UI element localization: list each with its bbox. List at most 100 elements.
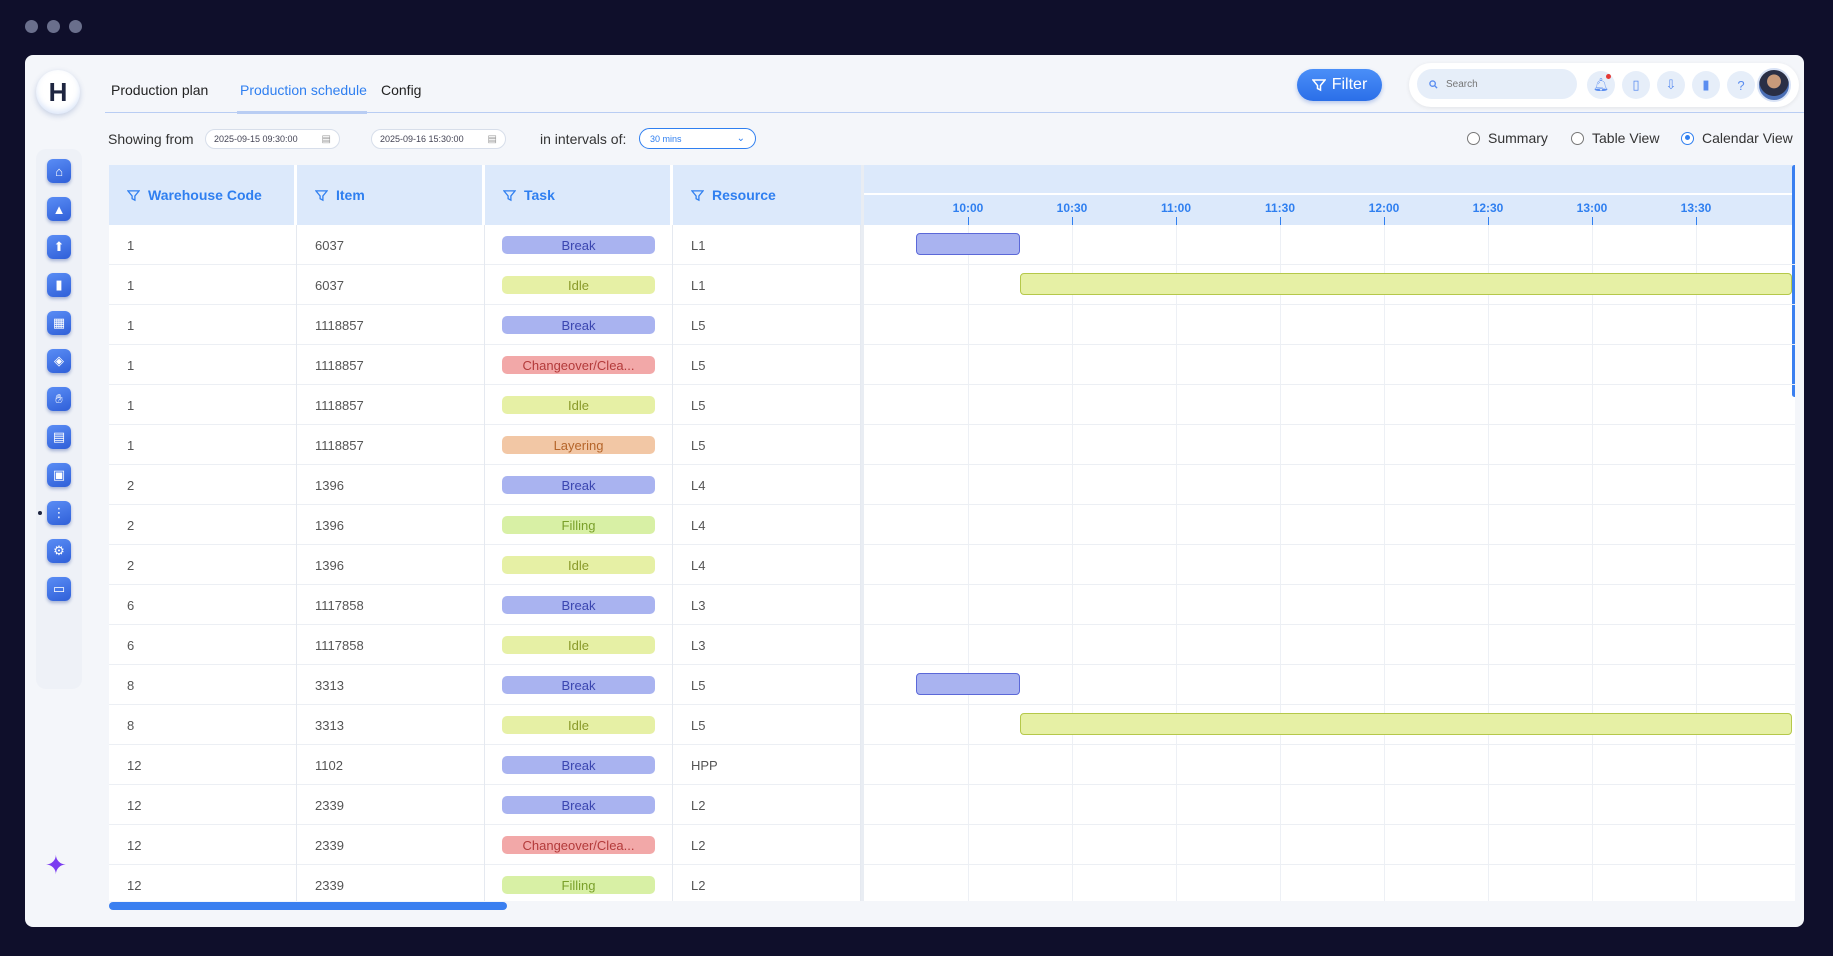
interval-select[interactable]: 30 mins ⌄ (639, 128, 756, 149)
cell-task: Filling (485, 505, 673, 545)
cell-item: 1118857 (297, 305, 485, 345)
radio-summary[interactable] (1467, 131, 1480, 145)
help-button[interactable]: ? (1727, 71, 1755, 99)
filter-icon[interactable] (691, 189, 704, 202)
factory-nav-button[interactable]: ▦ (47, 311, 71, 335)
table-row[interactable]: 1 1118857 Break L5 (109, 305, 861, 345)
tag-icon: ◈ (54, 353, 64, 368)
row-divider (864, 384, 1795, 385)
hierarchy-nav-button[interactable]: ⋮ (47, 501, 71, 525)
download-button[interactable]: ⇩ (1657, 71, 1685, 99)
task-pill: Break (502, 596, 655, 614)
box-up-nav-button[interactable]: ⬆ (47, 235, 71, 259)
table-row[interactable]: 2 1396 Filling L4 (109, 505, 861, 545)
table-row[interactable]: 1 1118857 Changeover/Clea... L5 (109, 345, 861, 385)
download-icon: ⇩ (1665, 77, 1677, 92)
filter-button[interactable]: Filter (1297, 69, 1382, 101)
message-nav-button[interactable]: ▣ (47, 463, 71, 487)
table-row[interactable]: 1 6037 Idle L1 (109, 265, 861, 305)
bookmark-button[interactable]: ▯ (1622, 71, 1650, 99)
table-row[interactable]: 1 1118857 Layering L5 (109, 425, 861, 465)
cell-resource: L4 (673, 505, 861, 545)
filter-icon[interactable] (127, 189, 140, 202)
view-table[interactable]: Table View (1571, 130, 1659, 146)
table-row[interactable]: 12 2339 Filling L2 (109, 865, 861, 901)
grid-line (1384, 225, 1385, 901)
cell-warehouse-code: 1 (109, 345, 297, 385)
search-box[interactable] (1417, 69, 1577, 99)
from-date-input[interactable]: 2025-09-15 09:30:00 ▤ (205, 129, 340, 149)
view-calendar-label: Calendar View (1702, 130, 1793, 146)
window-dot-minimize[interactable] (47, 20, 60, 33)
table-row[interactable]: 1 1118857 Idle L5 (109, 385, 861, 425)
radio-calendar-view[interactable] (1681, 131, 1694, 145)
app-logo[interactable]: H (36, 70, 80, 114)
task-pill: Break (502, 756, 655, 774)
gantt-bar-break[interactable] (916, 673, 1020, 695)
tag-nav-button[interactable]: ◈ (47, 349, 71, 373)
table-row[interactable]: 6 1117858 Break L3 (109, 585, 861, 625)
time-label: 13:30 (1680, 201, 1712, 215)
report-nav-button[interactable]: ▤ (47, 425, 71, 449)
calendar-icon: ▤ (487, 133, 497, 145)
bar-chart-nav-button[interactable]: ▮ (47, 273, 71, 297)
message-icon: ▣ (52, 467, 66, 482)
filter-icon[interactable] (503, 189, 516, 202)
table-row[interactable]: 12 2339 Break L2 (109, 785, 861, 825)
column-header-task[interactable]: Task (485, 165, 673, 225)
view-summary[interactable]: Summary (1467, 130, 1548, 146)
table-row[interactable]: 2 1396 Break L4 (109, 465, 861, 505)
cell-resource: L2 (673, 865, 861, 901)
time-tick (1280, 217, 1281, 225)
grid-line (1280, 225, 1281, 901)
view-calendar[interactable]: Calendar View (1681, 130, 1793, 146)
filter-icon[interactable] (315, 189, 328, 202)
hand-nav-button[interactable]: ✋︎ (47, 387, 71, 411)
time-label: 11:00 (1160, 201, 1192, 215)
table-row[interactable]: 6 1117858 Idle L3 (109, 625, 861, 665)
cell-warehouse-code: 2 (109, 545, 297, 585)
cell-warehouse-code: 1 (109, 305, 297, 345)
horizontal-scrollbar[interactable] (109, 902, 507, 910)
table-row[interactable]: 8 3313 Idle L5 (109, 705, 861, 745)
gantt-bar-idle[interactable] (1020, 713, 1792, 735)
cell-item: 2339 (297, 785, 485, 825)
tab-production-plan[interactable]: Production plan (111, 82, 208, 98)
card-nav-button[interactable]: ▭ (47, 577, 71, 601)
table-row[interactable]: 8 3313 Break L5 (109, 665, 861, 705)
task-pill: Layering (502, 436, 655, 454)
avatar[interactable] (1757, 68, 1791, 102)
column-header-item[interactable]: Item (297, 165, 485, 225)
gantt-bar-break[interactable] (916, 233, 1020, 255)
task-pill: Break (502, 676, 655, 694)
sparkle-icon[interactable]: ✦ (45, 850, 67, 881)
table-row[interactable]: 1 6037 Break L1 (109, 225, 861, 265)
vertical-scrollbar[interactable] (1792, 165, 1795, 397)
row-divider (864, 344, 1795, 345)
column-header-resource[interactable]: Resource (673, 165, 861, 225)
pine-nav-button[interactable]: ▲ (47, 197, 71, 221)
gear-nav-button[interactable]: ⚙ (47, 539, 71, 563)
tab-production-schedule[interactable]: Production schedule (240, 82, 367, 98)
gantt-bar-idle[interactable] (1020, 273, 1792, 295)
home-nav-button[interactable]: ⌂ (47, 159, 71, 183)
search-input[interactable] (1446, 78, 1566, 90)
notification-button[interactable]: 🔔︎ (1587, 71, 1615, 99)
grid-line (1072, 225, 1073, 901)
cell-task: Break (485, 665, 673, 705)
showing-from-label: Showing from (108, 131, 194, 147)
table-row[interactable]: 12 2339 Changeover/Clea... L2 (109, 825, 861, 865)
column-header-warehouse-code[interactable]: Warehouse Code (109, 165, 297, 225)
hierarchy-icon: ⋮ (52, 505, 66, 520)
table-row[interactable]: 2 1396 Idle L4 (109, 545, 861, 585)
window-dot-close[interactable] (25, 20, 38, 33)
task-pill: Idle (502, 716, 655, 734)
book-button[interactable]: ▮ (1692, 71, 1720, 99)
cell-task: Changeover/Clea... (485, 825, 673, 865)
tab-config[interactable]: Config (381, 82, 421, 98)
table-row[interactable]: 12 1102 Break HPP (109, 745, 861, 785)
radio-table-view[interactable] (1571, 131, 1584, 145)
cell-resource: L1 (673, 225, 861, 265)
window-dot-maximize[interactable] (69, 20, 82, 33)
to-date-input[interactable]: 2025-09-16 15:30:00 ▤ (371, 129, 506, 149)
